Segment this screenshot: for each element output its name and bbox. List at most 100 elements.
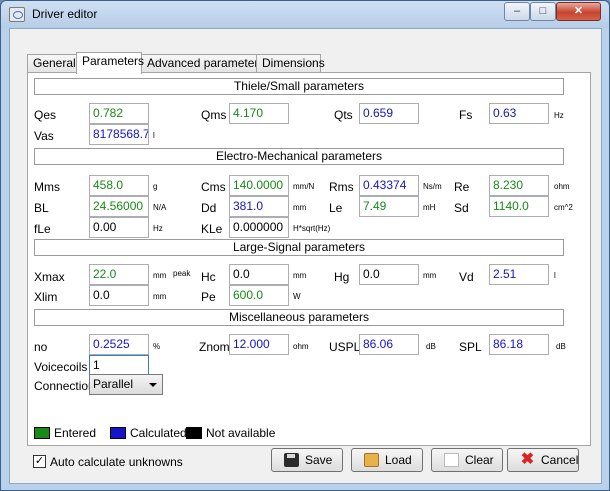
blank-page-icon xyxy=(444,453,459,467)
field-kle[interactable]: 0.000000 xyxy=(229,217,289,238)
load-label: Load xyxy=(385,453,412,467)
field-no[interactable]: 0.2525 xyxy=(89,334,149,355)
title-bar[interactable]: Driver editor – □ ✕ xyxy=(1,1,609,28)
auto-calc-checkbox[interactable]: ✓ xyxy=(33,455,46,468)
label-no: no xyxy=(34,340,48,354)
field-qes[interactable]: 0.782 xyxy=(89,103,149,124)
cancel-label: Cancel xyxy=(541,453,579,467)
connection-select[interactable]: Parallel xyxy=(89,374,163,395)
unit-pe: W xyxy=(293,292,301,301)
label-hc: Hc xyxy=(201,270,216,284)
unit-cms: mm/N xyxy=(293,182,315,191)
unit-sd: cm^2 xyxy=(554,203,573,212)
field-qts[interactable]: 0.659 xyxy=(359,103,419,124)
tab-parameters[interactable]: Parameters xyxy=(76,52,144,74)
field-vas[interactable]: 8178568.74 xyxy=(89,124,149,145)
field-xlim[interactable]: 0.0 xyxy=(89,285,149,306)
field-pe[interactable]: 600.0 xyxy=(229,285,289,306)
label-bl: BL xyxy=(34,201,49,215)
label-dd: Dd xyxy=(201,201,217,215)
field-fle[interactable]: 0.00 xyxy=(89,217,149,238)
swatch-calculated xyxy=(110,427,126,439)
field-le[interactable]: 7.49 xyxy=(359,196,419,217)
field-spl[interactable]: 86.18 xyxy=(489,334,549,355)
unit-re: ohm xyxy=(554,182,570,191)
field-qms[interactable]: 4.170 xyxy=(229,103,289,124)
label-fs: Fs xyxy=(459,108,473,122)
cancel-button[interactable]: ✖ Cancel xyxy=(507,448,579,472)
unit-fs: Hz xyxy=(554,111,564,120)
unit-uspl: dB xyxy=(426,342,436,351)
field-mms[interactable]: 458.0 xyxy=(89,175,149,196)
auto-calc-label: Auto calculate unknowns xyxy=(50,455,183,469)
dialog-client-area: General Parameters Advanced parameters D… xyxy=(9,28,602,484)
label-le: Le xyxy=(329,201,343,215)
label-kle: KLe xyxy=(201,222,223,236)
label-qts: Qts xyxy=(334,108,353,122)
label-voicecoils: Voicecoils xyxy=(34,360,88,374)
close-button[interactable]: ✕ xyxy=(556,2,601,21)
app-icon xyxy=(9,7,25,22)
label-vd: Vd xyxy=(459,270,474,284)
tab-dimensions[interactable]: Dimensions xyxy=(256,54,325,73)
field-re[interactable]: 8.230 xyxy=(489,175,549,196)
label-xlim: Xlim xyxy=(34,290,58,304)
field-vd[interactable]: 2.51 xyxy=(489,264,549,285)
cancel-x-icon: ✖ xyxy=(520,451,535,468)
field-cms[interactable]: 140.0000 xyxy=(229,175,289,196)
load-button[interactable]: Load xyxy=(351,448,423,472)
connection-value: Parallel xyxy=(93,377,134,391)
label-rms: Rms xyxy=(329,180,354,194)
field-znom[interactable]: 12.000 xyxy=(229,334,289,355)
label-connection: Connection xyxy=(34,379,95,393)
unit-fle: Hz xyxy=(153,224,163,233)
tab-general[interactable]: General xyxy=(27,54,77,73)
unit-xlim: mm xyxy=(153,292,167,301)
field-fs[interactable]: 0.63 xyxy=(489,103,549,124)
unit-rms: Ns/m xyxy=(423,182,442,191)
label-mms: Mms xyxy=(34,180,60,194)
label-vas: Vas xyxy=(34,129,54,143)
field-dd[interactable]: 381.0 xyxy=(229,196,289,217)
field-xmax[interactable]: 22.0 xyxy=(89,264,149,285)
field-hc[interactable]: 0.0 xyxy=(229,264,289,285)
save-label: Save xyxy=(305,453,333,467)
unit-hg: mm xyxy=(423,271,437,280)
clear-button[interactable]: Clear xyxy=(431,448,503,472)
label-pe: Pe xyxy=(201,290,216,304)
field-sd[interactable]: 1140.0 xyxy=(489,196,549,217)
legend-entered: Entered xyxy=(54,426,97,440)
legend-not-available: Not available xyxy=(206,426,276,440)
chevron-down-icon xyxy=(149,383,157,387)
field-voicecoils[interactable]: 1 xyxy=(89,355,149,376)
unit-znom: ohm xyxy=(293,342,309,351)
section-thiele-small: Thiele/Small parameters xyxy=(34,78,564,95)
label-sd: Sd xyxy=(454,201,469,215)
minimize-button[interactable]: – xyxy=(504,2,530,21)
clear-label: Clear xyxy=(465,453,494,467)
section-large-signal: Large-Signal parameters xyxy=(34,239,564,256)
label-uspl: USPL xyxy=(329,340,361,354)
folder-icon xyxy=(364,453,379,467)
driver-editor-window: Driver editor – □ ✕ General Parameters A… xyxy=(0,0,610,491)
label-re: Re xyxy=(454,180,470,194)
tab-advanced-parameters[interactable]: Advanced parameters xyxy=(141,54,264,73)
unit-vd: l xyxy=(554,271,556,280)
section-electro-mechanical: Electro-Mechanical parameters xyxy=(34,148,564,165)
maximize-button[interactable]: □ xyxy=(530,2,556,21)
field-bl[interactable]: 24.56000 xyxy=(89,196,149,217)
label-qms: Qms xyxy=(201,108,227,122)
label-xmax: Xmax xyxy=(34,270,65,284)
swatch-entered xyxy=(34,427,50,439)
unit-bl: N/A xyxy=(153,203,167,212)
field-uspl[interactable]: 86.06 xyxy=(359,334,419,355)
field-rms[interactable]: 0.43374 xyxy=(359,175,419,196)
label-hg: Hg xyxy=(334,270,350,284)
field-hg[interactable]: 0.0 xyxy=(359,264,419,285)
unit-vas: l xyxy=(153,131,155,140)
unit-dd: mm xyxy=(293,203,307,212)
unit-spl: dB xyxy=(556,342,566,351)
legend-calculated: Calculated xyxy=(130,426,187,440)
save-button[interactable]: Save xyxy=(271,448,343,472)
swatch-not-available xyxy=(186,427,202,439)
